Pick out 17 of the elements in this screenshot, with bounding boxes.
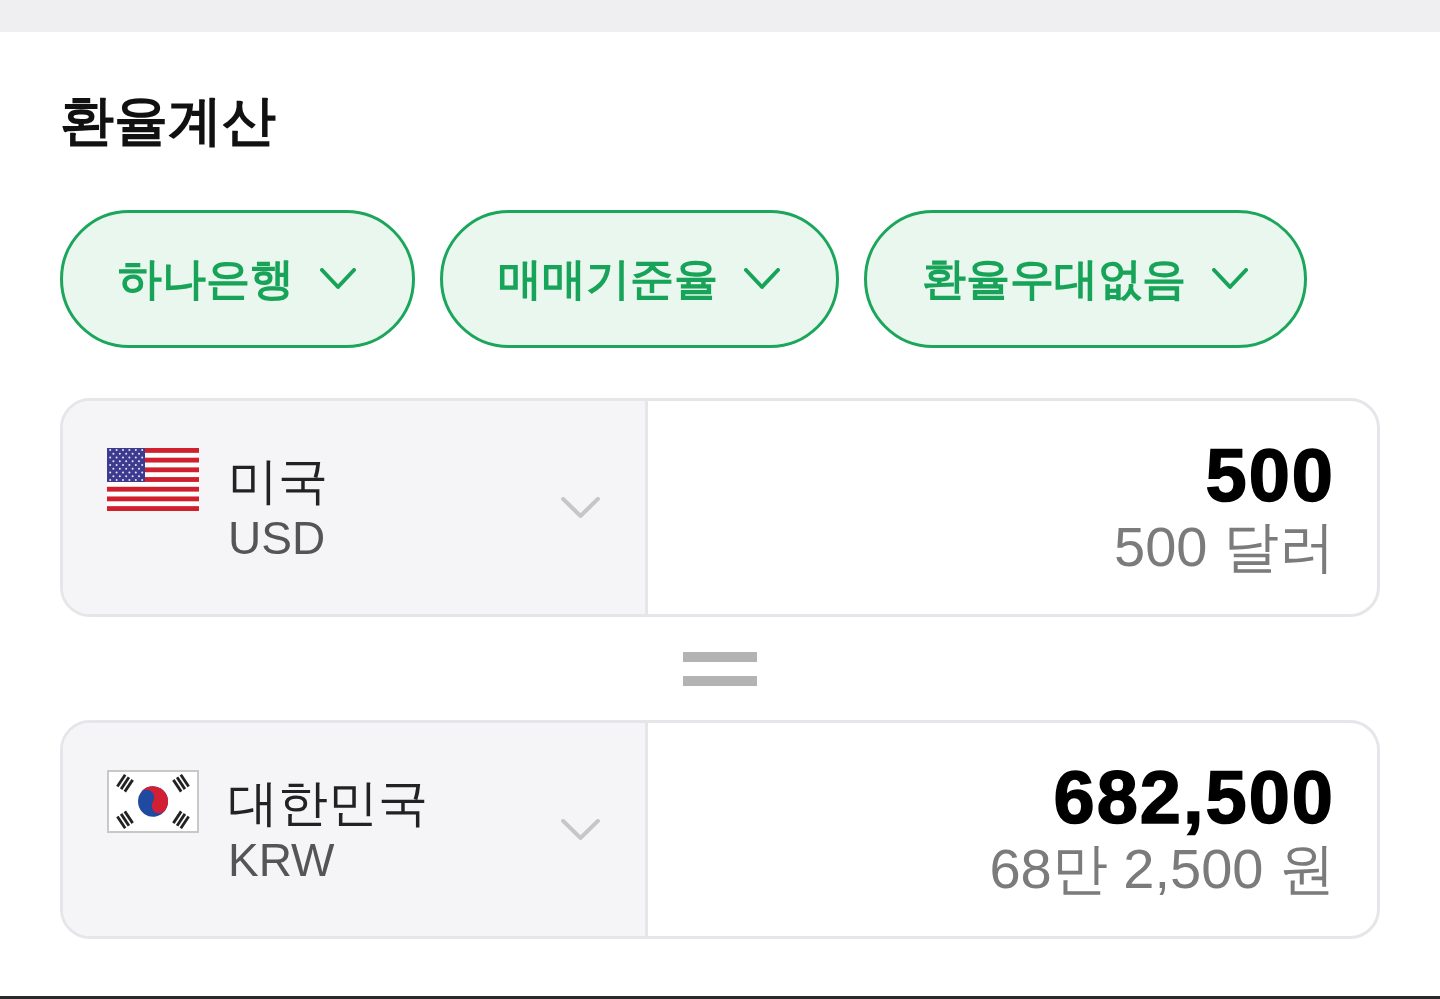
amount-field[interactable]: 500 500 달러 — [648, 401, 1377, 614]
chevron-down-icon — [561, 818, 600, 841]
korean-flag-icon — [107, 769, 199, 833]
chevron-down-icon — [561, 496, 600, 519]
equals-icon — [683, 651, 757, 686]
chevron-down-icon — [320, 268, 356, 290]
amount-in-words: 500 달러 — [1114, 514, 1335, 579]
amount-value: 682,500 — [1053, 758, 1335, 837]
amount-field[interactable]: 682,500 68만 2,500 원 — [648, 723, 1377, 936]
chevron-down-icon — [744, 268, 780, 290]
amount-in-words: 68만 2,500 원 — [989, 836, 1335, 901]
amount-value: 500 — [1205, 436, 1335, 515]
page-title: 환율계산 — [60, 89, 276, 152]
currency-select[interactable]: 미국 USD — [63, 401, 648, 614]
currency-select[interactable]: 대한민국 KRW — [63, 723, 648, 936]
american-flag-icon — [107, 447, 199, 511]
chevron-down-icon — [1212, 268, 1248, 290]
